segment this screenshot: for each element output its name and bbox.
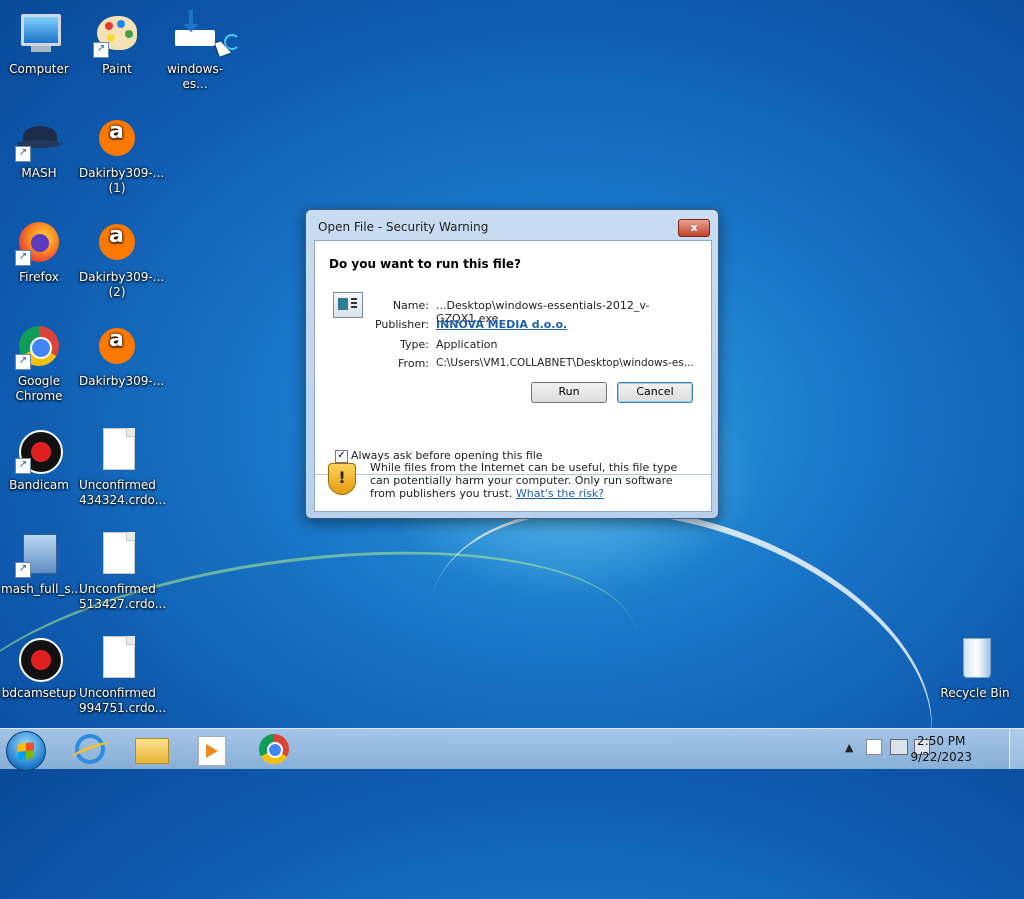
desktop-icon-label: Recycle Bin [940, 686, 1010, 700]
avast-icon [93, 218, 141, 266]
shortcut-arrow-icon: ↗ [15, 146, 31, 162]
desktop-icon-label: Dakirby309-... [79, 166, 165, 180]
taskbar: ▲ 2:50 PM 9/22/2023 [0, 728, 1024, 771]
desktop-icon-label: (1) [108, 181, 126, 195]
name-label: Name: [392, 299, 429, 312]
desktop-icon-bdcamsetup[interactable]: bdcamsetup [1, 634, 77, 701]
dialog-question: Do you want to run this file? [329, 257, 521, 271]
avast-icon [93, 322, 141, 370]
cancel-button[interactable]: Cancel [617, 382, 693, 403]
desktop-icon-dakirby-2[interactable]: Dakirby309-... (2) [79, 218, 165, 300]
dialog-title: Open File - Security Warning [318, 220, 489, 234]
shortcut-arrow-icon: ↗ [93, 42, 109, 58]
ie-icon [75, 734, 105, 764]
mash-icon: ↗ [15, 114, 63, 162]
desktop-icon-label: 994751.crdo... [79, 701, 167, 715]
warning-message: While files from the Internet can be use… [370, 461, 688, 500]
computer-icon [15, 10, 63, 58]
always-ask-checkbox[interactable]: ✓ [335, 450, 348, 463]
desktop-icon-computer[interactable]: Computer [1, 10, 77, 77]
document-icon [93, 426, 141, 474]
paint-icon: ↗ [93, 10, 141, 58]
shortcut-arrow-icon: ↗ [15, 458, 31, 474]
desktop-icon-label: Unconfirmed [79, 686, 156, 700]
bandicam-setup-icon [15, 634, 63, 682]
desktop-icon-label: windows-es... [166, 62, 224, 91]
system-clock[interactable]: 2:50 PM 9/22/2023 [910, 733, 972, 765]
from-value: C:\Users\VM1.COLLABNET\Desktop\windows-e… [436, 357, 694, 369]
desktop-icon-recycle-bin[interactable]: Recycle Bin [937, 634, 1013, 701]
download-icon [171, 10, 219, 58]
desktop-icon-mash[interactable]: ↗ MASH [1, 114, 77, 181]
desktop-icon-label: 434324.crdo... [79, 493, 167, 507]
taskbar-windows-explorer[interactable] [124, 732, 178, 766]
avast-icon [93, 114, 141, 162]
desktop-icon-dakirby-1[interactable]: Dakirby309-... (1) [79, 114, 165, 196]
desktop-icon-label: MASH [21, 166, 57, 180]
network-icon[interactable] [890, 739, 908, 755]
desktop-icon-label: bdcamsetup [1, 686, 77, 700]
desktop-icon-dakirby-3[interactable]: Dakirby309-... [79, 322, 165, 389]
desktop-icon-unconfirmed-434324[interactable]: Unconfirmed 434324.crdo... [79, 426, 167, 508]
whats-the-risk-link[interactable]: What's the risk? [516, 487, 604, 500]
type-label: Type: [400, 338, 429, 351]
close-button[interactable]: x [678, 219, 710, 237]
publisher-link[interactable]: INNOVA MEDIA d.o.o. [436, 318, 567, 331]
clock-date: 9/22/2023 [910, 750, 972, 764]
desktop-icon-label: Dakirby309-... [79, 374, 165, 388]
chrome-icon [259, 734, 289, 764]
taskbar-media-player[interactable] [184, 732, 238, 766]
desktop-icon-unconfirmed-994751[interactable]: Unconfirmed 994751.crdo... [79, 634, 167, 716]
desktop-icon-bandicam[interactable]: ↗ Bandicam [1, 426, 77, 493]
action-center-flag-icon[interactable] [866, 739, 882, 755]
desktop-icon-label: mash_full_s... [1, 582, 83, 596]
desktop-icon-google-chrome[interactable]: ↗ Google Chrome [1, 322, 77, 404]
shortcut-arrow-icon: ↗ [15, 354, 31, 370]
run-button[interactable]: Run [531, 382, 607, 403]
document-icon [93, 530, 141, 578]
desktop-icon-label: Bandicam [9, 478, 69, 492]
desktop-icon-label: 513427.crdo... [79, 597, 167, 611]
desktop-icon-label: Unconfirmed [79, 478, 156, 492]
desktop-icon-label: Dakirby309-... [79, 270, 165, 284]
desktop-icon-label: Firefox [19, 270, 59, 284]
desktop-icon-firefox[interactable]: ↗ Firefox [1, 218, 77, 285]
security-warning-dialog: Open File - Security Warning x Do you wa… [305, 209, 719, 519]
folder-icon [135, 738, 169, 764]
type-value: Application [436, 338, 498, 351]
desktop-icon-unconfirmed-513427[interactable]: Unconfirmed 513427.crdo... [79, 530, 167, 612]
desktop-icon-label: Paint [102, 62, 132, 76]
desktop-icon-label: Chrome [15, 389, 63, 403]
recycle-bin-icon [951, 634, 999, 682]
desktop-icon-label: Computer [9, 62, 69, 76]
document-icon [93, 634, 141, 682]
desktop-icon-label: (2) [108, 285, 126, 299]
shortcut-arrow-icon: ↗ [15, 562, 31, 578]
chrome-icon: ↗ [15, 322, 63, 370]
clock-time: 2:50 PM [917, 734, 966, 748]
taskbar-internet-explorer[interactable] [64, 732, 118, 766]
from-label: From: [398, 357, 429, 370]
firefox-icon: ↗ [15, 218, 63, 266]
start-button[interactable] [6, 731, 46, 771]
desktop-icon-label: Unconfirmed [79, 582, 156, 596]
shortcut-arrow-icon: ↗ [15, 250, 31, 266]
media-player-icon [198, 736, 226, 766]
taskbar-google-chrome[interactable] [248, 732, 302, 766]
desktop-icon-label: Google [17, 374, 61, 388]
installer-icon: ↗ [15, 530, 63, 578]
publisher-label: Publisher: [374, 318, 429, 331]
show-hidden-icons-button[interactable]: ▲ [845, 741, 853, 754]
bandicam-icon: ↗ [15, 426, 63, 474]
show-desktop-button[interactable] [1009, 729, 1024, 769]
desktop-icon-mash-full-setup[interactable]: ↗ mash_full_s... [1, 530, 83, 597]
desktop-icon-paint[interactable]: ↗ Paint [79, 10, 155, 77]
shield-warning-icon: ! [328, 463, 356, 495]
